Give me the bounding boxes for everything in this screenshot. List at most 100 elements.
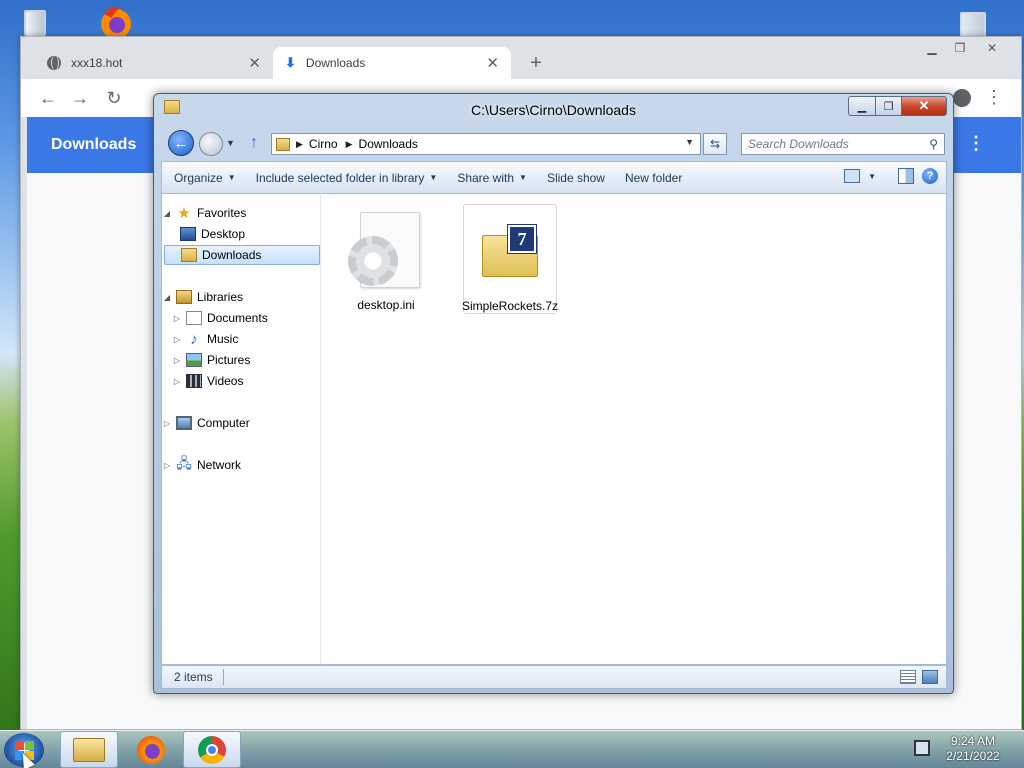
refresh-button[interactable]: ⇆ (703, 133, 727, 155)
library-icon (176, 290, 192, 304)
tab-downloads[interactable]: ⬇ Downloads ✕ (273, 47, 511, 79)
recycle-bin-icon[interactable] (14, 6, 58, 40)
slide-show-button[interactable]: Slide show (537, 162, 615, 193)
address-bar[interactable]: ▶ Cirno ▶ Downloads ▼ (271, 133, 701, 155)
breadcrumb-separator-icon[interactable]: ▶ (296, 139, 303, 150)
organize-button[interactable]: Organize ▼ (162, 162, 246, 193)
chevron-down-icon[interactable]: ▼ (868, 172, 876, 181)
nav-libraries[interactable]: ◢ Libraries (162, 287, 320, 307)
more-actions-icon[interactable]: ⋮ (967, 133, 985, 154)
settings-file-icon (346, 210, 426, 290)
close-window-button[interactable]: ✕ (979, 39, 1005, 57)
navigation-pane: ◢ ★ Favorites Desktop Downloads ◢ Librar… (161, 193, 321, 665)
collapsed-triangle-icon[interactable]: ▷ (162, 461, 172, 470)
collapsed-triangle-icon[interactable]: ▷ (172, 356, 182, 365)
back-arrow-icon[interactable]: ← (37, 87, 59, 109)
clock-time: 9:24 AM (950, 734, 996, 748)
address-dropdown-icon[interactable]: ▼ (685, 137, 694, 147)
include-in-library-button[interactable]: Include selected folder in library ▼ (246, 162, 448, 193)
file-name: SimpleRockets.7z (461, 299, 559, 313)
nav-label: Favorites (197, 206, 247, 220)
nav-label: Documents (207, 311, 268, 325)
new-tab-button[interactable]: + (523, 50, 549, 76)
collapsed-triangle-icon[interactable]: ▷ (172, 335, 182, 344)
clock[interactable]: 9:24 AM 2/21/2022 (940, 734, 1006, 764)
tab-strip: xxx18.hot ✕ ⬇ Downloads ✕ + ▁ ❐ ✕ (21, 37, 1021, 79)
change-view-icon[interactable] (844, 169, 861, 183)
nav-downloads[interactable]: Downloads (164, 245, 320, 265)
star-icon: ★ (177, 205, 191, 222)
search-icon[interactable]: ⚲ (929, 137, 938, 151)
minimize-button[interactable]: ▁ (919, 39, 945, 57)
chevron-down-icon: ▼ (227, 173, 236, 182)
file-item-simplerockets-7z[interactable]: 7 SimpleRockets.7z (461, 204, 559, 314)
expanded-triangle-icon[interactable]: ◢ (162, 209, 172, 218)
file-item-desktop-ini[interactable]: desktop.ini (339, 204, 433, 314)
slideshow-label: Slide show (546, 170, 605, 185)
film-strip-icon (186, 374, 202, 388)
maximize-button[interactable]: ❐ (875, 96, 902, 116)
chrome-menu-icon[interactable]: ⋮ (985, 87, 1003, 108)
forward-arrow-icon[interactable] (199, 132, 223, 156)
breadcrumb-separator-icon[interactable]: ▶ (346, 139, 353, 150)
include-label: Include selected folder in library (255, 170, 425, 185)
nav-label: Downloads (202, 248, 262, 262)
nav-documents[interactable]: ▷ Documents (162, 308, 320, 328)
taskbar-explorer-button[interactable] (60, 731, 118, 768)
file-name: desktop.ini (357, 298, 415, 312)
nav-computer[interactable]: ▷ Computer (162, 413, 320, 433)
nav-pictures[interactable]: ▷ Pictures (162, 350, 320, 370)
search-box[interactable]: ⚲ (741, 133, 945, 155)
forward-arrow-icon[interactable]: → (69, 87, 91, 109)
nav-label: Music (207, 332, 239, 346)
nav-favorites[interactable]: ◢ ★ Favorites (162, 203, 320, 223)
nav-videos[interactable]: ▷ Videos (162, 371, 320, 391)
collapsed-triangle-icon[interactable]: ▷ (162, 419, 172, 428)
nav-music[interactable]: ▷ ♪ Music (162, 329, 320, 349)
maximize-button[interactable]: ❐ (947, 39, 973, 57)
nav-desktop[interactable]: Desktop (162, 224, 320, 244)
new-folder-button[interactable]: New folder (615, 162, 692, 193)
recent-pages-dropdown-icon[interactable]: ▼ (226, 138, 235, 148)
taskbar-firefox-button[interactable] (122, 731, 180, 768)
collapsed-triangle-icon[interactable]: ▷ (172, 314, 182, 323)
nav-network[interactable]: ▷ 🖧 Network (162, 455, 320, 475)
share-with-button[interactable]: Share with ▼ (447, 162, 537, 193)
new-folder-label: New folder (624, 170, 683, 185)
expanded-triangle-icon[interactable]: ◢ (162, 293, 172, 302)
close-tab-icon[interactable]: ✕ (248, 54, 261, 72)
nav-label: Desktop (201, 227, 246, 241)
minimize-button[interactable]: ▁ (848, 96, 876, 116)
search-input[interactable] (742, 134, 912, 154)
command-bar: Organize ▼ Include selected folder in lib… (161, 161, 947, 193)
profile-avatar[interactable] (953, 89, 971, 107)
organize-label: Organize (174, 170, 223, 185)
large-icons-view-icon[interactable] (922, 670, 938, 684)
clock-date: 2/21/2022 (946, 749, 1000, 763)
breadcrumb-downloads[interactable]: Downloads (359, 137, 418, 151)
up-arrow-icon[interactable]: ↑ (250, 134, 258, 152)
network-tray-icon[interactable] (914, 740, 930, 756)
firefox-icon (137, 735, 165, 764)
nav-label: Libraries (197, 290, 244, 304)
computer-icon (176, 416, 192, 430)
tab-xxx18[interactable]: xxx18.hot ✕ (35, 47, 273, 79)
status-bar: 2 items (161, 665, 947, 689)
chevron-down-icon: ▼ (429, 173, 438, 182)
back-arrow-icon[interactable]: ← (168, 130, 194, 156)
tab-title: xxx18.hot (71, 56, 123, 70)
window-title: C:\Users\Cirno\Downloads (471, 102, 636, 118)
documents-icon (186, 311, 202, 325)
details-view-icon[interactable] (900, 670, 916, 684)
collapsed-triangle-icon[interactable]: ▷ (172, 377, 182, 386)
breadcrumb-cirno[interactable]: Cirno (309, 137, 338, 151)
firefox-desktop-icon[interactable] (92, 4, 140, 40)
close-window-button[interactable]: ✕ (901, 96, 947, 116)
close-tab-icon[interactable]: ✕ (486, 54, 499, 72)
taskbar-chrome-button[interactable] (183, 731, 241, 768)
preview-pane-icon[interactable] (898, 168, 914, 184)
reload-icon[interactable]: ↻ (103, 87, 125, 109)
folder-icon (276, 137, 290, 151)
help-icon[interactable]: ? (922, 168, 938, 184)
tab-title: Downloads (305, 56, 366, 70)
